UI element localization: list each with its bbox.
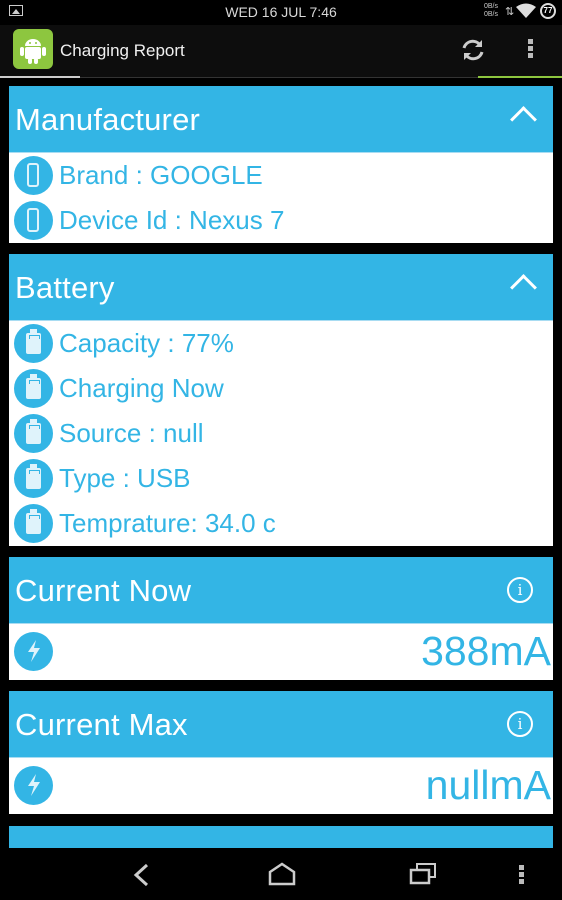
list-item: Type : USB	[9, 456, 553, 501]
refresh-icon[interactable]	[460, 37, 486, 63]
current-now-value: 388mA	[421, 628, 551, 674]
net-up: 0B/s	[484, 3, 499, 10]
list-item: Device Id : Nexus 7	[9, 198, 553, 243]
item-text: Type : USB	[59, 463, 191, 493]
list-item: Temprature: 34.0 c	[9, 501, 553, 546]
collapse-chevron-icon[interactable]	[510, 106, 537, 133]
battery-status-icon: 77	[540, 3, 556, 19]
phone-icon	[14, 201, 53, 240]
data-activity-icon: ⇅	[505, 6, 515, 18]
item-text: Source : null	[59, 418, 204, 448]
menu-icon[interactable]	[519, 865, 524, 886]
value-row: 388mA	[9, 624, 553, 680]
card-manufacturer: Manufacturer Brand : GOOGLE Device Id : …	[9, 86, 553, 243]
card-header-current-now: Current Now i	[9, 557, 553, 623]
card-partial	[9, 826, 553, 848]
home-icon[interactable]	[268, 862, 296, 886]
battery-icon	[14, 459, 53, 498]
list-item: Charging Now	[9, 366, 553, 411]
network-speed: 0B/s 0B/s	[484, 3, 498, 19]
battery-icon	[14, 504, 53, 543]
card-current-max: Current Max i nullmA	[9, 691, 553, 814]
list-item: Brand : GOOGLE	[9, 153, 553, 198]
app-title: Charging Report	[60, 41, 185, 60]
item-text: Device Id : Nexus 7	[59, 205, 285, 235]
collapse-chevron-icon[interactable]	[510, 274, 537, 301]
tab-indicator	[0, 76, 80, 78]
app-logo-icon[interactable]	[13, 29, 53, 69]
card-title: Battery	[15, 270, 115, 305]
battery-icon	[14, 324, 53, 363]
lightning-icon	[14, 632, 53, 671]
net-down: 0B/s	[484, 11, 499, 18]
item-text: Capacity : 77%	[59, 328, 234, 358]
wifi-icon	[516, 3, 536, 18]
card-header-manufacturer[interactable]: Manufacturer	[9, 86, 553, 152]
battery-icon	[14, 369, 53, 408]
card-title: Current Now	[15, 573, 192, 608]
item-text: Charging Now	[59, 373, 224, 403]
action-bar: Charging Report	[0, 25, 562, 78]
android-icon	[20, 39, 46, 64]
current-max-value: nullmA	[425, 762, 551, 808]
recents-icon[interactable]	[409, 862, 437, 886]
card-battery: Battery Capacity : 77% Charging Now Sour…	[9, 254, 553, 546]
list-item: Source : null	[9, 411, 553, 456]
value-row: nullmA	[9, 758, 553, 814]
item-text: Brand : GOOGLE	[59, 160, 263, 190]
list-item: Capacity : 77%	[9, 321, 553, 366]
lightning-icon	[14, 766, 53, 805]
info-icon[interactable]: i	[507, 577, 533, 603]
item-text: Temprature: 34.0 c	[59, 508, 276, 538]
card-header-battery[interactable]: Battery	[9, 254, 553, 320]
card-header-current-max: Current Max i	[9, 691, 553, 757]
card-current-now: Current Now i 388mA	[9, 557, 553, 680]
phone-icon	[14, 156, 53, 195]
tab-indicator-accent	[478, 76, 562, 78]
card-title: Current Max	[15, 707, 188, 742]
card-title: Manufacturer	[15, 102, 201, 137]
navigation-bar	[0, 848, 562, 900]
status-clock: WED 16 JUL 7:46	[225, 4, 337, 20]
battery-icon	[14, 414, 53, 453]
info-icon[interactable]: i	[507, 711, 533, 737]
overflow-menu-icon[interactable]	[528, 39, 533, 60]
status-bar: WED 16 JUL 7:46 0B/s 0B/s ⇅ 77	[0, 0, 562, 25]
back-icon[interactable]	[133, 863, 149, 887]
